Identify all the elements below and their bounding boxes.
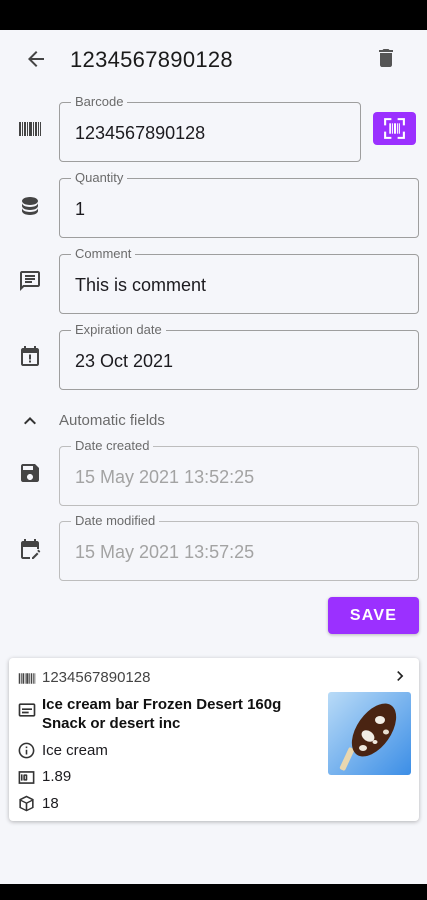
page-title: 1234567890128 xyxy=(70,47,233,72)
card-barcode: 1234567890128 xyxy=(42,669,151,686)
save-icon xyxy=(18,461,42,485)
comment-icon xyxy=(18,269,42,293)
product-icon xyxy=(17,700,37,720)
info-icon xyxy=(17,741,36,760)
card-quantity: 18 xyxy=(42,795,59,812)
calendar-alert-icon xyxy=(18,344,42,368)
database-icon xyxy=(18,194,42,218)
product-card[interactable]: 1234567890128 Ice cream bar Frozen Deser… xyxy=(9,658,419,821)
quantity-label: Quantity xyxy=(71,170,128,186)
delete-icon[interactable] xyxy=(374,46,398,70)
barcode-icon xyxy=(18,671,36,686)
card-category: Ice cream xyxy=(42,742,108,759)
save-button[interactable]: SAVE xyxy=(328,597,419,634)
product-image xyxy=(328,692,411,775)
card-price: 1.89 xyxy=(42,768,72,785)
scan-barcode-button[interactable] xyxy=(373,112,416,145)
comment-field[interactable]: Comment This is comment xyxy=(59,246,419,314)
expiration-date-field[interactable]: Expiration date 23 Oct 2021 xyxy=(59,322,419,390)
expiration-date-label: Expiration date xyxy=(71,322,166,338)
barcode-field[interactable]: Barcode 1234567890128 xyxy=(59,94,361,162)
date-created-value: 15 May 2021 13:52:25 xyxy=(75,467,255,487)
comment-label: Comment xyxy=(71,246,136,262)
chevron-right-icon[interactable] xyxy=(390,666,410,686)
date-modified-value: 15 May 2021 13:57:25 xyxy=(75,542,255,562)
money-icon xyxy=(17,768,36,787)
expiration-date-value: 23 Oct 2021 xyxy=(75,351,174,371)
product-edit-screen: 1234567890128 Barcode 1234567890128 Quan… xyxy=(0,30,427,884)
date-created-field: Date created 15 May 2021 13:52:25 xyxy=(59,438,419,506)
quantity-field[interactable]: Quantity 1 xyxy=(59,170,419,238)
back-arrow-icon[interactable] xyxy=(24,47,48,71)
edit-calendar-icon xyxy=(18,537,42,561)
comment-value: This is comment xyxy=(75,275,207,295)
automatic-fields-toggle[interactable]: Automatic fields xyxy=(59,412,165,429)
date-modified-field: Date modified 15 May 2021 13:57:25 xyxy=(59,513,419,581)
chevron-up-icon[interactable] xyxy=(18,409,42,433)
quantity-value: 1 xyxy=(75,199,86,219)
barcode-icon xyxy=(19,119,41,139)
box-icon xyxy=(17,794,36,813)
date-modified-label: Date modified xyxy=(71,513,160,529)
barcode-value: 1234567890128 xyxy=(75,123,206,143)
date-created-label: Date created xyxy=(71,438,154,454)
scan-icon xyxy=(382,116,407,141)
card-product-name: Ice cream bar Frozen Desert 160g Snack o… xyxy=(42,696,282,732)
barcode-label: Barcode xyxy=(71,94,128,110)
